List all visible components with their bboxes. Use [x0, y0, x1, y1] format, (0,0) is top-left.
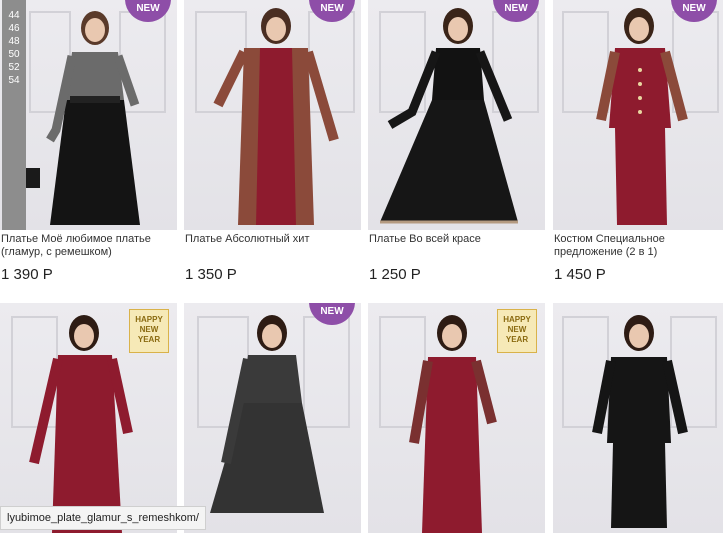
happy-new-year-badge: HAPPY NEW YEAR: [497, 309, 537, 353]
dress-image: [379, 8, 539, 224]
dress-image: [562, 315, 717, 528]
dress-image: [197, 315, 350, 513]
product-price: 1 450 Р: [554, 266, 606, 283]
size-option[interactable]: 44: [2, 9, 26, 22]
product-price: 1 390 Р: [1, 266, 53, 283]
product-card[interactable]: HAPPY NEW YEAR: [368, 303, 545, 533]
product-card[interactable]: NEW 44 46 48 50 52 54 Платье Моё любимое…: [0, 0, 177, 300]
size-option[interactable]: 54: [2, 74, 26, 87]
product-card[interactable]: NEW Платье Абсолютный хит 1 350 Р: [184, 0, 361, 300]
product-price: 1 250 Р: [369, 266, 421, 283]
product-title[interactable]: Платье Моё любимое платье (гламур, с рем…: [1, 233, 173, 259]
product-photo[interactable]: HAPPY NEW YEAR: [0, 303, 177, 533]
product-card[interactable]: [553, 303, 723, 533]
product-photo[interactable]: NEW: [0, 0, 177, 230]
size-option[interactable]: 50: [2, 48, 26, 61]
product-grid: NEW 44 46 48 50 52 54 Платье Моё любимое…: [0, 0, 723, 534]
product-photo[interactable]: NEW: [553, 0, 723, 230]
size-option[interactable]: 48: [2, 35, 26, 48]
product-card[interactable]: NEW: [184, 303, 361, 533]
product-card[interactable]: HAPPY NEW YEAR: [0, 303, 177, 533]
product-photo[interactable]: HAPPY NEW YEAR: [368, 303, 545, 533]
product-price: 1 350 Р: [185, 266, 237, 283]
happy-new-year-badge: HAPPY NEW YEAR: [129, 309, 169, 353]
dress-image: [562, 8, 719, 225]
product-card[interactable]: NEW Платье Во всей красе 1 250 Р: [368, 0, 545, 300]
dress-image: [195, 8, 355, 225]
product-photo[interactable]: NEW: [184, 0, 361, 230]
size-option[interactable]: 46: [2, 22, 26, 35]
product-photo[interactable]: NEW: [368, 0, 545, 230]
product-photo[interactable]: NEW: [184, 303, 361, 533]
product-title[interactable]: Платье Во всей красе: [369, 233, 541, 246]
product-title[interactable]: Костюм Специальное предложение (2 в 1): [554, 233, 723, 259]
product-title[interactable]: Платье Абсолютный хит: [185, 233, 357, 246]
size-option[interactable]: 52: [2, 61, 26, 74]
product-card[interactable]: NEW Костюм Специальное предложение (2 в …: [553, 0, 723, 300]
dress-image: [26, 11, 166, 225]
status-bar-url: lyubimoe_plate_glamur_s_remeshkom/: [0, 506, 206, 530]
product-photo[interactable]: [553, 303, 723, 533]
size-list: 44 46 48 50 52 54: [2, 0, 26, 230]
